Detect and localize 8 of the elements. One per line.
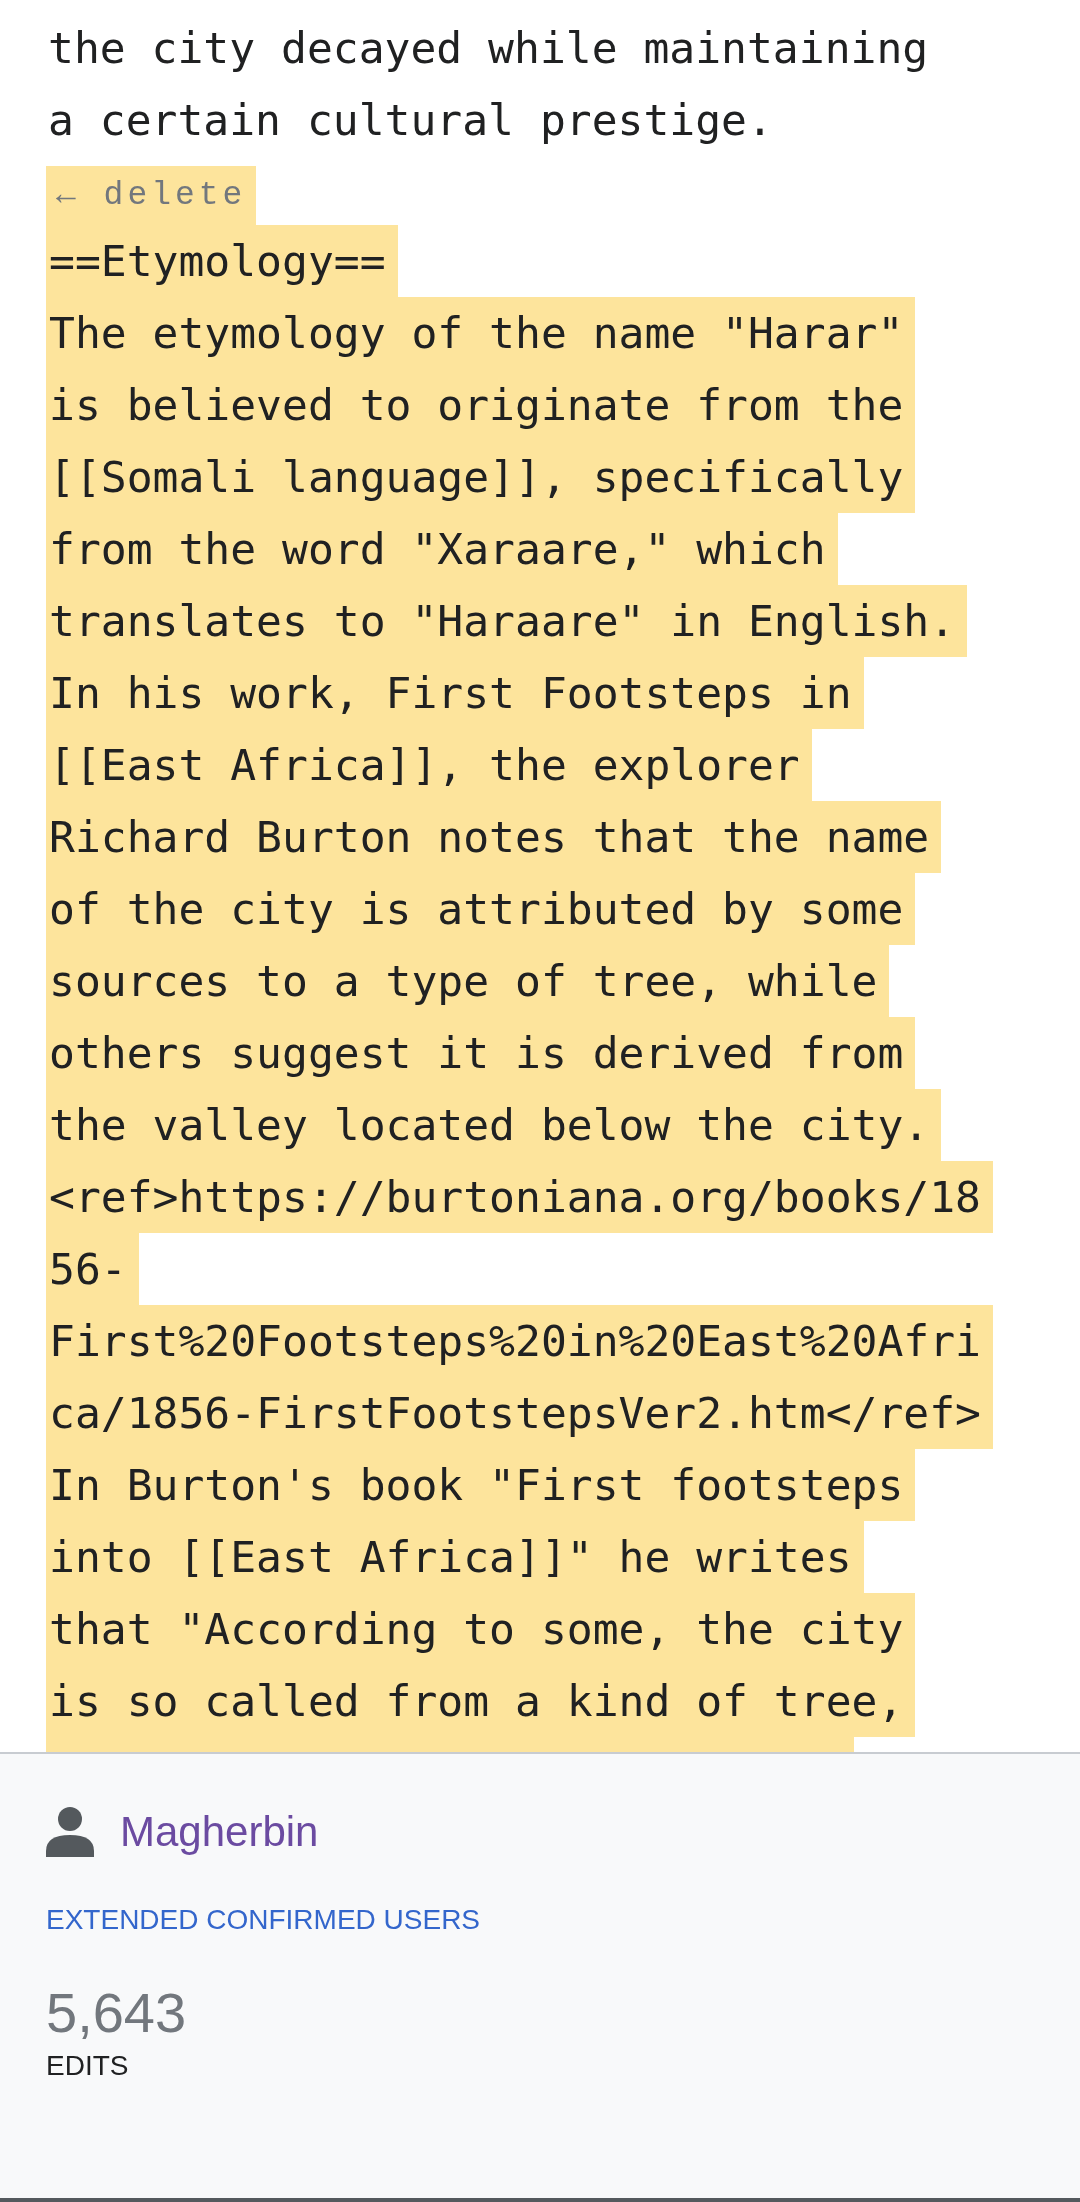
user-icon xyxy=(46,1806,94,1857)
edit-count-label: EDITS xyxy=(46,2049,130,2083)
user-group-link[interactable]: EXTENDED CONFIRMED USERS xyxy=(46,1899,481,1941)
diff-context-line: a certain cultural prestige. xyxy=(47,94,774,147)
delete-label: ← delete xyxy=(46,166,257,225)
edit-count: 5,643 xyxy=(46,1981,188,2045)
username-link[interactable]: Magherbin xyxy=(120,1800,319,1863)
diff-context-line: the city decayed while maintaining xyxy=(47,22,930,75)
